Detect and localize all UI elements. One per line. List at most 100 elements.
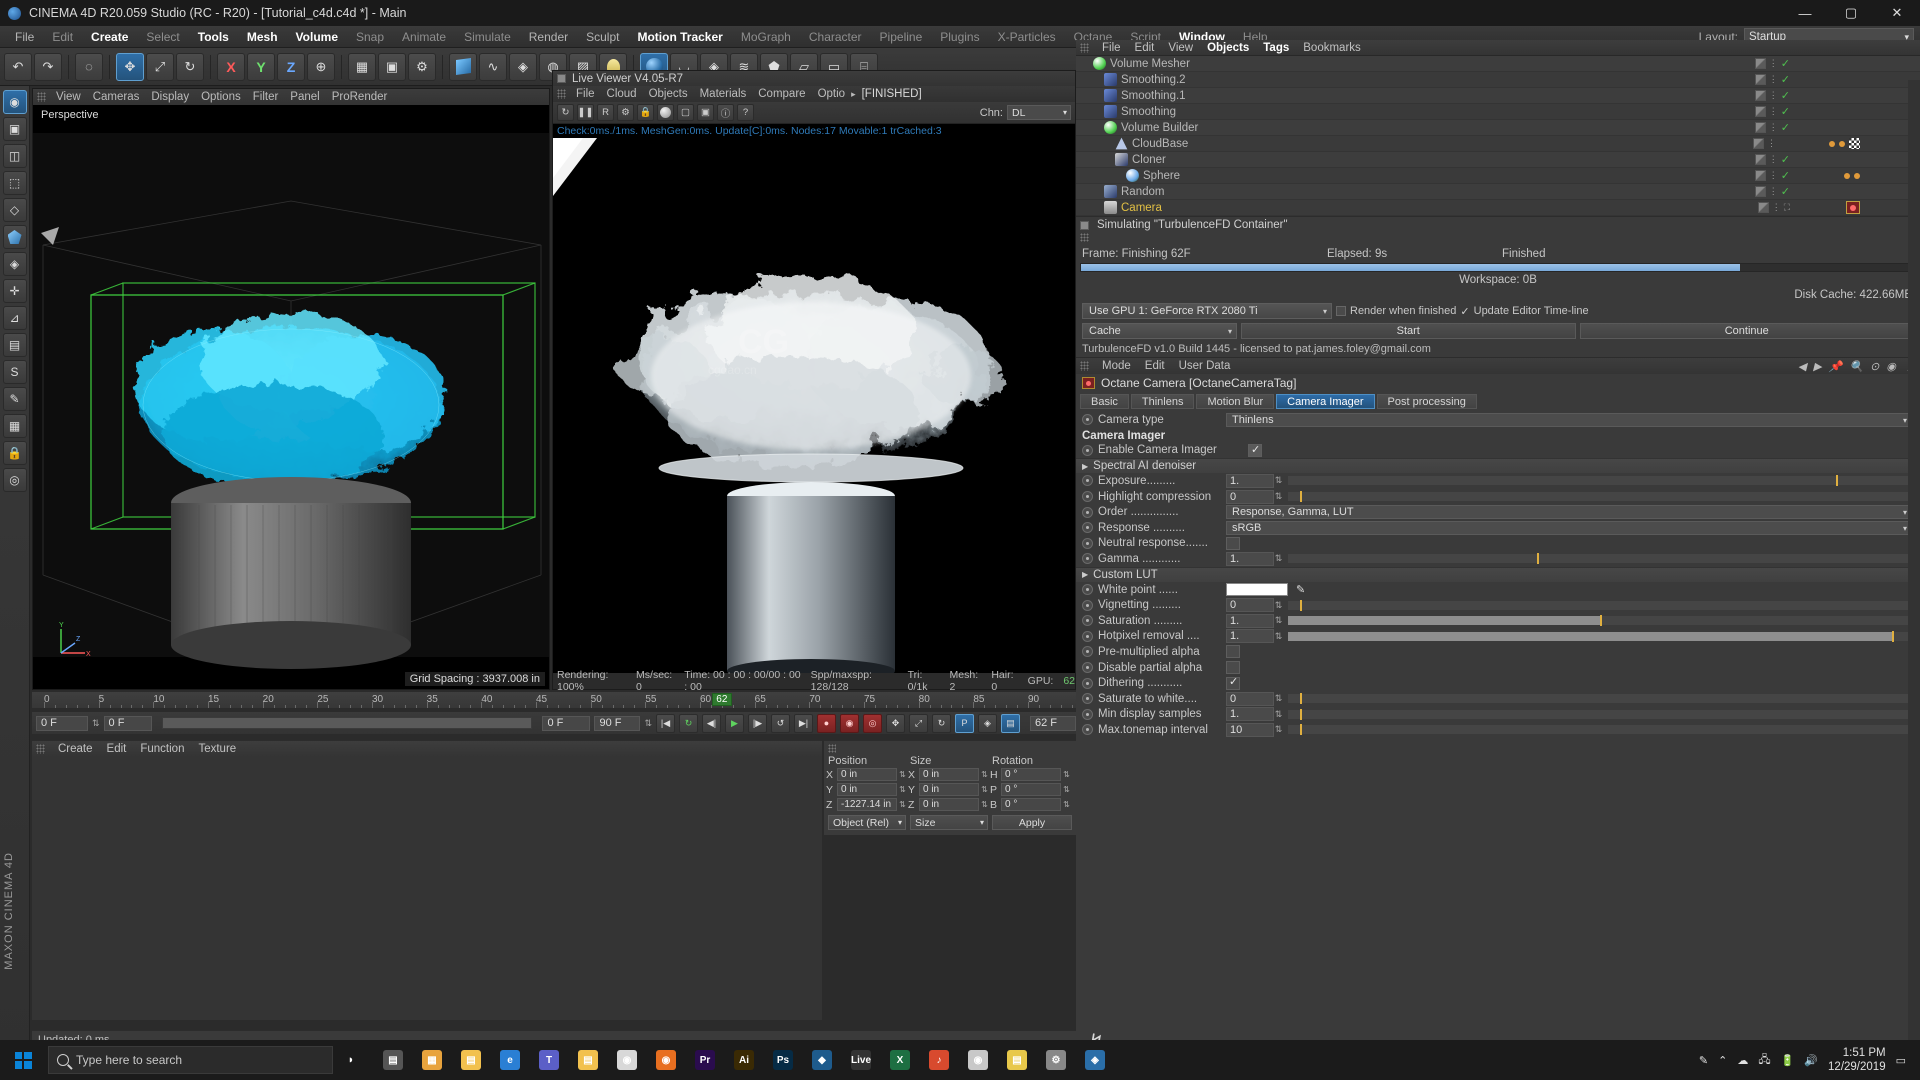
- menu-xparticles[interactable]: X-Particles: [989, 26, 1065, 48]
- param-radio-icon[interactable]: [1082, 491, 1093, 502]
- volume-icon[interactable]: 🔊: [1804, 1054, 1818, 1067]
- param-spinner-icon[interactable]: ⇅: [1274, 709, 1283, 720]
- timeline-ticks[interactable]: 05101520253035404550556065707580859062: [32, 692, 1076, 708]
- chn-dropdown[interactable]: DL: [1007, 105, 1071, 120]
- camera-type-dropdown[interactable]: Thinlens: [1226, 413, 1912, 427]
- taskbar-premiere-icon[interactable]: Pr: [687, 1042, 723, 1078]
- om-menu-bookmarks[interactable]: Bookmarks: [1296, 42, 1368, 54]
- viewport-menu-cameras[interactable]: Cameras: [87, 89, 146, 105]
- param-spinner-icon[interactable]: ⇅: [1274, 615, 1283, 626]
- object-row-cloner[interactable]: Cloner⋮✓: [1076, 152, 1920, 168]
- panel-grip-icon[interactable]: [828, 744, 836, 753]
- visibility-tag-icon[interactable]: [1755, 170, 1766, 181]
- visibility-tag-icon[interactable]: [1753, 138, 1764, 149]
- param-spinner-icon[interactable]: ⇅: [1274, 600, 1283, 611]
- param-value-field[interactable]: 1.: [1226, 474, 1274, 488]
- om-menu-view[interactable]: View: [1161, 42, 1200, 54]
- y-axis-lock-button[interactable]: Y: [247, 53, 275, 81]
- menu-tools[interactable]: Tools: [189, 26, 238, 48]
- enabled-check-icon[interactable]: ✓: [1781, 153, 1790, 166]
- taskbar-edge-icon[interactable]: e: [492, 1042, 528, 1078]
- param-spinner-icon[interactable]: ⇅: [1274, 693, 1283, 704]
- menu-character[interactable]: Character: [800, 26, 871, 48]
- enabled-check-icon[interactable]: ✓: [1781, 57, 1790, 70]
- coord-position-field[interactable]: 0 in: [837, 768, 897, 781]
- object-row-smoothing[interactable]: Smoothing⋮✓: [1076, 104, 1920, 120]
- forward-arrow-icon[interactable]: ▶: [1813, 360, 1821, 373]
- taskbar-search-box[interactable]: Type here to search: [48, 1046, 333, 1074]
- object-row-volume-builder[interactable]: Volume Builder⋮✓: [1076, 120, 1920, 136]
- taskbar-explorer2-icon[interactable]: ▤: [570, 1042, 606, 1078]
- param-value-field[interactable]: 0: [1226, 692, 1274, 706]
- coord-rotation-spinner[interactable]: ⇅: [1063, 800, 1070, 809]
- tool-layers[interactable]: ◎: [3, 468, 27, 492]
- object-tag-group[interactable]: ⋮⛶: [1758, 202, 1790, 213]
- param-radio-icon[interactable]: [1082, 662, 1093, 673]
- step-forward-button[interactable]: |▶: [748, 714, 767, 733]
- param-checkbox[interactable]: [1226, 537, 1240, 550]
- object-extra-tags[interactable]: [1844, 173, 1860, 179]
- enable-imager-radio-icon[interactable]: [1082, 445, 1093, 456]
- start-spinner-icon[interactable]: ⇅: [92, 718, 100, 729]
- visibility-tag-icon[interactable]: [1758, 202, 1769, 213]
- tag-dot-icon[interactable]: [1839, 141, 1845, 147]
- visibility-tag-icon[interactable]: [1755, 74, 1766, 85]
- redo-button[interactable]: ↷: [34, 53, 62, 81]
- close-button[interactable]: ✕: [1874, 0, 1920, 26]
- render-view-button[interactable]: ▦: [348, 53, 376, 81]
- attr-menu-userdata[interactable]: User Data: [1172, 360, 1238, 372]
- timeline-mode-button[interactable]: ▤: [1001, 714, 1020, 733]
- render-settings-button[interactable]: ⚙: [408, 53, 436, 81]
- undo-button[interactable]: ↶: [4, 53, 32, 81]
- param-color-swatch[interactable]: [1226, 583, 1288, 596]
- taskbar-cinema4d-icon[interactable]: ◆: [804, 1042, 840, 1078]
- position-key-button[interactable]: ✥: [886, 714, 905, 733]
- dot-toggle-icon[interactable]: ⋮: [1769, 154, 1778, 165]
- coord-rotation-spinner[interactable]: ⇅: [1063, 785, 1070, 794]
- tool-texture-mode[interactable]: ◫: [3, 144, 27, 168]
- tool-workplane[interactable]: ▤: [3, 333, 27, 357]
- coord-rotation-field[interactable]: 0 °: [1001, 768, 1061, 781]
- coord-position-field[interactable]: 0 in: [837, 783, 897, 796]
- param-radio-icon[interactable]: [1082, 538, 1093, 549]
- taskbar-c4d-active-icon[interactable]: ◈: [1077, 1042, 1113, 1078]
- coord-size-spinner[interactable]: ⇅: [981, 785, 988, 794]
- onedrive-icon[interactable]: ☁: [1737, 1054, 1748, 1067]
- lv-picture-alt-icon[interactable]: ▣: [697, 104, 714, 121]
- param-slider[interactable]: [1287, 709, 1912, 720]
- visibility-tag-icon[interactable]: [1755, 186, 1766, 197]
- render-region-button[interactable]: ▣: [378, 53, 406, 81]
- menu-overflow-icon[interactable]: ▸: [851, 89, 856, 100]
- param-slider[interactable]: [1287, 491, 1912, 502]
- lv-info-icon[interactable]: ⓘ: [717, 104, 734, 121]
- viewport-canvas[interactable]: Perspective Grid Spacing : 3937.008 in Y…: [33, 105, 549, 689]
- mm-menu-create[interactable]: Create: [51, 743, 100, 755]
- param-value-field[interactable]: 1.: [1226, 707, 1274, 721]
- enabled-check-icon[interactable]: ✓: [1781, 73, 1790, 86]
- loop-button[interactable]: ↻: [679, 714, 698, 733]
- lv-lock-icon[interactable]: 🔒: [637, 104, 654, 121]
- pen-icon[interactable]: ✎: [1699, 1054, 1708, 1067]
- visibility-tag-icon[interactable]: [1755, 90, 1766, 101]
- move-tool[interactable]: ✥: [116, 53, 144, 81]
- play-button[interactable]: ▶: [725, 714, 744, 733]
- cortana-icon[interactable]: ◗: [333, 1042, 369, 1078]
- param-checkbox[interactable]: ✓: [1226, 677, 1240, 690]
- attr-tab-camera-imager[interactable]: Camera Imager: [1276, 394, 1374, 409]
- reverse-play-button[interactable]: ↺: [771, 714, 790, 733]
- battery-icon[interactable]: 🔋: [1781, 1054, 1795, 1067]
- coord-apply-button[interactable]: Apply: [992, 815, 1072, 830]
- tag-dot-icon[interactable]: [1844, 173, 1850, 179]
- param-spinner-icon[interactable]: ⇅: [1274, 475, 1283, 486]
- lv-picture-icon[interactable]: ▢: [677, 104, 694, 121]
- taskbar-octane-icon[interactable]: ◉: [960, 1042, 996, 1078]
- update-editor-check-icon[interactable]: ✓: [1460, 305, 1469, 318]
- coord-rotation-field[interactable]: 0 °: [1001, 783, 1061, 796]
- start-frame-field[interactable]: 0 F: [36, 716, 88, 731]
- tool-sculpt-mode[interactable]: ◈: [3, 252, 27, 276]
- om-menu-tags[interactable]: Tags: [1256, 42, 1296, 54]
- camera-type-radio-icon[interactable]: [1082, 414, 1093, 425]
- lv-menu-compare[interactable]: Compare: [752, 88, 811, 100]
- param-value-field[interactable]: 1.: [1226, 552, 1274, 566]
- keyframe-selection-button[interactable]: ◎: [863, 714, 882, 733]
